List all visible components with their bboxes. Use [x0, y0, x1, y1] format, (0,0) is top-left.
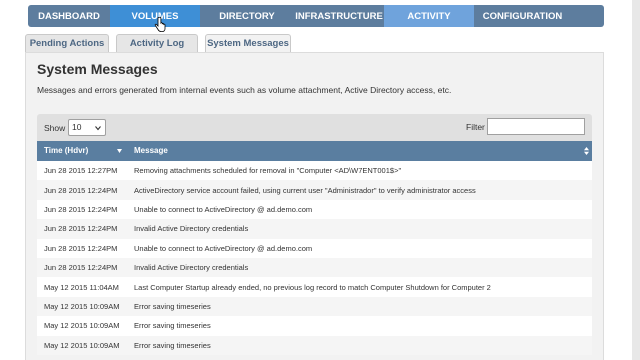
subtab-bar: Pending Actions Activity Log System Mess… [25, 34, 298, 52]
cell-message: Error saving timeseries [134, 301, 211, 311]
table-row[interactable]: Jun 28 2015 12:24PM Unable to connect to… [37, 199, 592, 220]
page-scrollbar[interactable] [632, 0, 640, 360]
table-row[interactable]: May 12 2015 11:04AM Last Computer Startu… [37, 277, 592, 297]
filter-input[interactable] [487, 118, 585, 135]
cell-time: Jun 28 2015 12:24PM [44, 185, 118, 195]
table-header: Time (Hdvr) Message [37, 141, 592, 161]
column-header-message[interactable]: Message [127, 141, 592, 161]
cell-message: Unable to connect to ActiveDirectory @ a… [134, 243, 313, 253]
cell-time: May 12 2015 10:09AM [44, 301, 120, 311]
cursor-pointer-icon [154, 17, 166, 32]
table-row[interactable]: Jun 28 2015 12:24PM Invalid Active Direc… [37, 219, 592, 239]
main-nav: Dashboard Volumes Directory Infrastructu… [28, 5, 604, 27]
cell-message: Invalid Active Directory credentials [134, 224, 249, 234]
sort-desc-icon [117, 149, 122, 153]
cell-time: Jun 28 2015 12:24PM [44, 224, 118, 234]
tab-activity-log[interactable]: Activity Log [116, 34, 198, 52]
cell-message: ActiveDirectory service account failed, … [134, 185, 476, 195]
table-row[interactable]: Jun 28 2015 12:27PM Removing attachments… [37, 161, 592, 181]
cell-time: Jun 28 2015 12:27PM [44, 166, 118, 176]
nav-directory[interactable]: Directory [200, 5, 294, 27]
table-row[interactable]: Jun 28 2015 12:24PM Unable to connect to… [37, 238, 592, 258]
table-row[interactable]: May 12 2015 10:09AM Error saving timeser… [37, 296, 592, 317]
cell-message: Error saving timeseries [134, 340, 211, 350]
cell-time: May 12 2015 11:04AM [44, 282, 119, 292]
cell-message: Unable to connect to ActiveDirectory @ a… [134, 204, 313, 214]
cell-time: May 12 2015 10:09AM [44, 340, 120, 350]
table-row[interactable]: Jun 28 2015 12:24PM Invalid Active Direc… [37, 257, 592, 278]
nav-configuration[interactable]: Configuration [474, 5, 571, 27]
page-description: Messages and errors generated from inter… [37, 85, 452, 95]
page-size-select[interactable]: 10 [68, 119, 106, 136]
cell-time: Jun 28 2015 12:24PM [44, 263, 118, 273]
filter-label: Filter [466, 122, 485, 132]
messages-table: Show 10 Filter Time (Hdvr) Message Jun 2… [37, 114, 592, 360]
cell-time: Jun 28 2015 12:24PM [44, 243, 118, 253]
table-row[interactable]: May 12 2015 10:09AM Error saving timeser… [37, 316, 592, 336]
column-header-time[interactable]: Time (Hdvr) [37, 141, 127, 161]
cell-time: Jun 28 2015 12:24PM [44, 204, 118, 214]
tab-pending-actions[interactable]: Pending Actions [25, 34, 109, 52]
nav-dashboard[interactable]: Dashboard [28, 5, 110, 27]
cell-message: Invalid Active Directory credentials [134, 263, 249, 273]
tab-system-messages[interactable]: System Messages [205, 34, 291, 52]
cell-message: Error saving timeseries [134, 321, 211, 331]
nav-infrastructure[interactable]: Infrastructure [294, 5, 384, 27]
page-title: System Messages [37, 61, 158, 77]
cell-message: Removing attachments scheduled for remov… [134, 166, 402, 176]
show-label: Show [44, 123, 66, 133]
cell-message: Last Computer Startup already ended, no … [134, 282, 491, 292]
table-row[interactable]: May 12 2015 10:09AM Error saving timeser… [37, 335, 592, 355]
nav-activity[interactable]: Activity [384, 5, 474, 27]
select-caret-icon [95, 126, 101, 131]
page-size-value: 10 [72, 122, 82, 132]
sort-both-icon [584, 147, 589, 155]
table-row[interactable]: Jun 28 2015 12:24PM ActiveDirectory serv… [37, 180, 592, 200]
cell-time: May 12 2015 10:09AM [44, 321, 120, 331]
table-toolbar: Show 10 Filter [37, 114, 592, 141]
